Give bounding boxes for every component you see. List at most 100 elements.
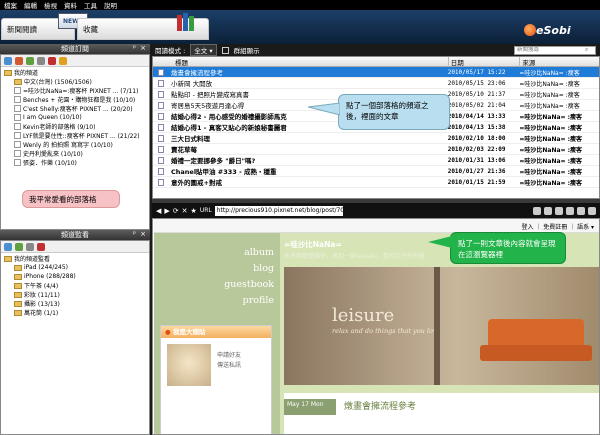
fullscreen-icon[interactable] <box>588 206 596 215</box>
column-source[interactable]: 來源 <box>519 56 599 67</box>
article-title: Chanel貼甲油 #333 - 成熟・穩重 <box>171 168 277 176</box>
subscribe-tree-item[interactable]: C'est Shelly:瘦客杯 PIXNET ... (20/20) <box>1 104 149 113</box>
article-date: 2010/05/17 15:22 <box>447 68 506 76</box>
edit-icon[interactable] <box>26 242 34 251</box>
article-date: 2010/01/27 21:36 <box>447 167 506 175</box>
search-icon[interactable]: ⌕ <box>585 46 588 54</box>
blog-nav-guestbook[interactable]: guestbook <box>224 279 274 290</box>
reading-mode-value: 全文 <box>194 47 208 55</box>
subscribe-tree-item[interactable]: LYF就是要住性::瘦客杯 PIXNET ... (21/22) <box>1 131 149 140</box>
blog-name: =哇沙比NaNa= <box>284 240 342 249</box>
sidebar-friend-link[interactable]: 申請好友 <box>217 350 241 359</box>
subscribe-tree-item[interactable]: 史丹利愛亂來 (10/10) <box>1 149 149 158</box>
list-toolbar: 閱讀模式 : 全文 ▾ 群組顯示 ⌕ <box>152 44 600 56</box>
subscribe-tree-item[interactable]: 我的頻道 <box>1 68 149 77</box>
article-icon <box>158 146 164 153</box>
article-title: 結婚心得2 - 用心感受的婚禮攝影師馬克 <box>171 113 287 121</box>
menu-tools[interactable]: 工具 <box>84 0 97 10</box>
subscribe-panel-title-text: 頻道訂閱 <box>61 45 89 53</box>
reading-mode-select[interactable]: 全文 ▾ <box>190 44 217 56</box>
mail-icon[interactable] <box>566 206 574 215</box>
subscribe-tree-item[interactable]: Wenly 的 拍拍照 寫寫字 (10/10) <box>1 140 149 149</box>
monitor-tree-item[interactable]: 我的頻道監看 <box>1 254 149 263</box>
sidebar-card-title: ● 我是大頭貼 <box>161 326 271 338</box>
group-display-checkbox[interactable] <box>221 46 229 54</box>
print-icon[interactable] <box>555 206 563 215</box>
monitor-tree-item[interactable]: iPad (244/245) <box>1 263 149 272</box>
column-date[interactable]: 日期 <box>447 56 520 67</box>
tab-news-label: 新聞閱讀 <box>7 24 37 34</box>
close-icon[interactable]: × <box>140 44 146 52</box>
monitor-tree-label: iPhone (288/288) <box>24 273 76 280</box>
menu-help[interactable]: 說明 <box>104 0 117 10</box>
blog-top-band: 登入 ｜ 免費註冊 ｜ 語系 ▾ <box>154 219 599 233</box>
refresh-icon[interactable] <box>4 56 12 65</box>
monitor-tree-label: 攝影 (13/13) <box>24 301 60 308</box>
subscribe-tree-label: 史丹利愛亂來 (10/10) <box>23 151 83 158</box>
subscribe-tree-item[interactable]: Kevin老師的部落格 (9/10) <box>1 122 149 131</box>
article-row[interactable]: 三大日式料理 2010/02/10 18:00 =哇沙比NaNa= :瘦客 <box>153 133 599 144</box>
article-row[interactable]: 賣花草莓 2010/02/03 22:09 =哇沙比NaNa= :瘦客 <box>153 144 599 155</box>
monitor-tree-item[interactable]: iPhone (288/288) <box>1 272 149 281</box>
article-row[interactable]: 燉畫會擁流程參考 2010/05/17 15:22 =哇沙比NaNa= :瘦客 <box>153 67 599 78</box>
leisure-title: leisure <box>332 305 395 326</box>
subscribe-tree-item[interactable]: I am Queen (10/10) <box>1 113 149 122</box>
app-header: 新聞閱讀 NEWS 收藏 eSobi <box>0 10 600 44</box>
add-monitor-icon[interactable] <box>15 242 23 251</box>
pin-icon[interactable]: ᵖ <box>133 230 136 238</box>
brand-logo: eSobi <box>536 24 571 37</box>
monitor-tree-item[interactable]: 下午茶 (4/4) <box>1 281 149 290</box>
forward-icon[interactable]: ▶ <box>164 207 169 215</box>
article-date: 2010/01/15 21:59 <box>447 178 506 186</box>
subscribe-tree-item[interactable]: Benches + 花園・購物狂都是我 (10/10) <box>1 95 149 104</box>
delete-icon[interactable] <box>48 56 56 65</box>
copy-icon[interactable] <box>544 206 552 215</box>
menu-view[interactable]: 檢視 <box>44 0 57 10</box>
menu-edit[interactable]: 編輯 <box>24 0 37 10</box>
subscribe-tree-item[interactable]: 張姿．作樂 (10/10) <box>1 158 149 167</box>
favorite-icon[interactable]: ★ <box>191 207 197 215</box>
back-icon[interactable]: ◀ <box>156 207 161 215</box>
article-row[interactable]: 婚禮一定要挪參多 "爵日"嗎? 2010/01/31 13:06 =哇沙比NaNa=… <box>153 155 599 166</box>
subscribe-tree-item[interactable]: 中文(台灣) (1506/1506) <box>1 77 149 86</box>
article-icon <box>158 69 164 76</box>
post-title[interactable]: 燉畫會擁流程參考 <box>344 399 416 412</box>
feed-icon <box>14 87 21 94</box>
feed-icon <box>14 150 21 157</box>
monitor-tree-item[interactable]: 萬花筒 (1/1) <box>1 308 149 317</box>
menu-data[interactable]: 資料 <box>64 0 77 10</box>
refresh-icon[interactable] <box>4 242 12 251</box>
blog-sidebar-card: ● 我是大頭貼 申請好友 傳送私訊 <box>160 325 272 434</box>
blog-nav-blog[interactable]: blog <box>253 263 274 274</box>
sidebar-message-link[interactable]: 傳送私訊 <box>217 360 241 369</box>
blog-nav-profile[interactable]: profile <box>243 295 274 306</box>
article-source: =哇沙比NaNa= :瘦客 <box>519 146 583 154</box>
news-search-box[interactable]: ⌕ <box>514 45 596 55</box>
article-row[interactable]: Chanel貼甲油 #333 - 成熟・穩重 2010/01/27 21:36 =哇… <box>153 166 599 177</box>
close-icon[interactable]: × <box>140 230 146 238</box>
column-title[interactable]: 標題 <box>153 57 448 67</box>
url-input[interactable]: http://precious910.pixnet.net/blog/post/… <box>214 205 343 216</box>
save-icon[interactable] <box>533 206 541 215</box>
monitor-tree-item[interactable]: 攝影 (13/13) <box>1 299 149 308</box>
export-icon[interactable] <box>59 56 67 65</box>
article-icon <box>158 135 164 142</box>
stop-icon[interactable]: ✕ <box>182 207 188 215</box>
edit-icon[interactable] <box>37 56 45 65</box>
article-date: 2010/02/03 22:09 <box>447 145 506 153</box>
blog-nav-album[interactable]: album <box>244 247 274 258</box>
refresh-icon[interactable]: ⟳ <box>173 207 179 215</box>
subscribe-tree-item[interactable]: =哇沙比NaNa=:瘦客杯 PIXNET ... (7/11) <box>1 86 149 95</box>
menu-file[interactable]: 檔案 <box>4 0 17 10</box>
article-row[interactable]: 小新岡 大開放 2010/05/15 23:06 =哇沙比NaNa= :瘦客 <box>153 78 599 89</box>
blog-login-links[interactable]: 登入 ｜ 免費註冊 ｜ 語系 ▾ <box>521 222 594 231</box>
news-search-input[interactable] <box>515 46 585 54</box>
edit-note-icon[interactable] <box>577 206 585 215</box>
leisure-banner: leisure relax and do things that you lov… <box>284 267 599 385</box>
monitor-tree-item[interactable]: 彩妝 (11/11) <box>1 290 149 299</box>
delete-icon[interactable] <box>37 242 45 251</box>
pin-icon[interactable]: ᵖ <box>133 44 136 52</box>
add-feed-icon[interactable] <box>15 56 23 65</box>
folder-add-icon[interactable] <box>26 56 34 65</box>
article-row[interactable]: 意外的圍戒+對戒 2010/01/15 21:59 =哇沙比NaNa= :瘦客 <box>153 177 599 188</box>
